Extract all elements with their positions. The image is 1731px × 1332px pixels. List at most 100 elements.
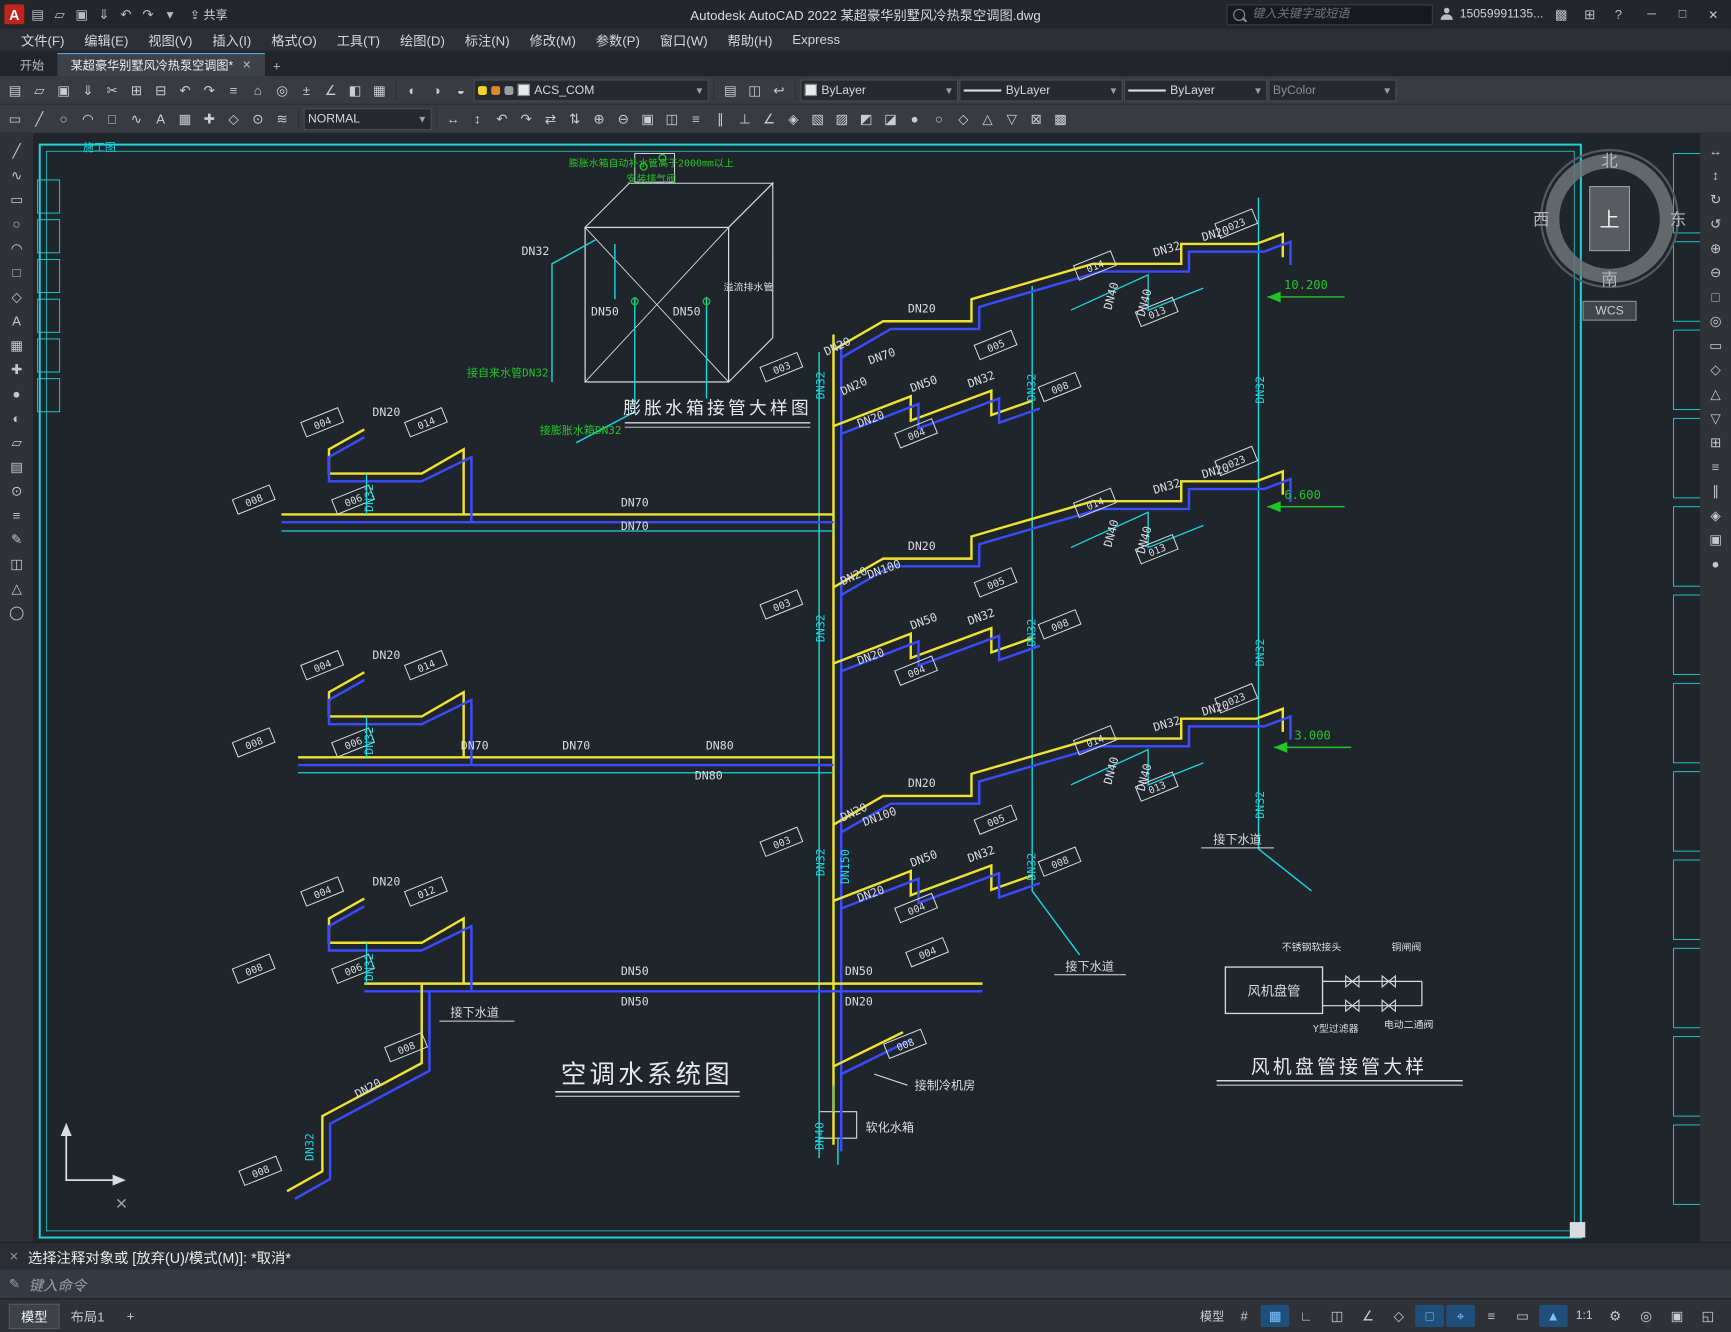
draw-tool-14-icon[interactable]: ⊙: [4, 480, 28, 502]
toolbar2r-7-icon[interactable]: ⊖: [612, 108, 635, 130]
draw-tool-18-icon[interactable]: △: [4, 577, 28, 599]
draw-tool-12-icon[interactable]: ▱: [4, 432, 28, 454]
toolbar1-5-icon[interactable]: ⊞: [125, 79, 148, 101]
layer-properties-icon[interactable]: ▤: [719, 79, 742, 101]
plotstyle-combo[interactable]: ByColor ▼: [1268, 78, 1397, 102]
toolbar2r-23-icon[interactable]: ▽: [1000, 108, 1023, 130]
toolbar2r-0-icon[interactable]: ↔: [442, 108, 465, 130]
menu-item-11[interactable]: 帮助(H): [718, 29, 783, 51]
draw-tool-5-icon[interactable]: □: [4, 262, 28, 284]
help-icon[interactable]: ?: [1607, 3, 1629, 25]
save-icon[interactable]: ▣: [71, 3, 93, 25]
menu-item-4[interactable]: 格式(O): [261, 29, 326, 51]
tab-close-icon[interactable]: ✕: [242, 59, 251, 71]
toolbar2r-20-icon[interactable]: ○: [927, 108, 950, 130]
search-input[interactable]: [1250, 6, 1427, 23]
toolbar2r-3-icon[interactable]: ↷: [514, 108, 537, 130]
customize-icon[interactable]: ✎: [9, 1276, 20, 1291]
draw-tool-0-icon[interactable]: ╱: [4, 140, 28, 162]
toolbar2r-6-icon[interactable]: ⊕: [587, 108, 610, 130]
quick-properties-icon[interactable]: ▣: [1663, 1305, 1692, 1327]
toolbar2r-2-icon[interactable]: ↶: [490, 108, 513, 130]
toolbar2r-21-icon[interactable]: ◇: [952, 108, 975, 130]
toolbar2l-11-icon[interactable]: ≋: [270, 108, 293, 130]
modify-tool-13-icon[interactable]: ≡: [1703, 456, 1727, 478]
menu-item-3[interactable]: 插入(I): [202, 29, 261, 51]
command-input-row[interactable]: ✎ 键入命令: [0, 1269, 1731, 1299]
layer-prev-icon[interactable]: ↩: [767, 79, 790, 101]
toolbar2r-5-icon[interactable]: ⇅: [563, 108, 586, 130]
toolbar1-13-icon[interactable]: ∠: [319, 79, 342, 101]
toolbar2r-8-icon[interactable]: ▣: [636, 108, 659, 130]
modify-tool-5-icon[interactable]: ⊖: [1703, 262, 1727, 284]
modify-tool-6-icon[interactable]: □: [1703, 286, 1727, 308]
menu-item-10[interactable]: 窗口(W): [650, 29, 718, 51]
modify-tool-10-icon[interactable]: △: [1703, 383, 1727, 405]
modify-tool-0-icon[interactable]: ↔: [1703, 140, 1727, 162]
toolbar2l-4-icon[interactable]: □: [100, 108, 123, 130]
toolbar1-8-icon[interactable]: ↷: [198, 79, 221, 101]
menu-item-12[interactable]: Express: [782, 29, 850, 51]
snap-icon[interactable]: ▦: [1260, 1304, 1290, 1327]
toolbar2r-22-icon[interactable]: △: [976, 108, 999, 130]
open-icon[interactable]: ▱: [49, 3, 71, 25]
toolbar2r-24-icon[interactable]: ⊠: [1024, 108, 1047, 130]
minimize-button[interactable]: ─: [1636, 0, 1667, 29]
dynamic-input-icon[interactable]: ⌖: [1446, 1304, 1475, 1327]
toolbar2l-9-icon[interactable]: ◇: [222, 108, 245, 130]
cart-icon[interactable]: ▩: [1550, 3, 1572, 25]
toolbar2r-10-icon[interactable]: ≡: [684, 108, 707, 130]
transparency-icon[interactable]: ▭: [1508, 1305, 1537, 1327]
toolbar1-2-icon[interactable]: ▣: [52, 79, 75, 101]
toolbar2l-2-icon[interactable]: ○: [52, 108, 75, 130]
toolbar2l-5-icon[interactable]: ∿: [125, 108, 148, 130]
toolbar1-11-icon[interactable]: ◎: [270, 79, 293, 101]
toolbar1-15-icon[interactable]: ▦: [368, 79, 391, 101]
toolbar2l-7-icon[interactable]: ▦: [173, 108, 196, 130]
modify-tool-9-icon[interactable]: ◇: [1703, 359, 1727, 381]
toolbar2l-3-icon[interactable]: ◠: [76, 108, 99, 130]
toolbar2r-19-icon[interactable]: ●: [903, 108, 926, 130]
color-combo[interactable]: ByLayer ▼: [800, 78, 959, 102]
grid-icon[interactable]: #: [1230, 1305, 1259, 1327]
search-box[interactable]: [1226, 3, 1434, 25]
layer-state-1-icon[interactable]: ◑: [425, 79, 448, 101]
toolbar2r-4-icon[interactable]: ⇄: [539, 108, 562, 130]
toolbar1-14-icon[interactable]: ◧: [343, 79, 366, 101]
modify-tool-14-icon[interactable]: ∥: [1703, 480, 1727, 502]
toolbar1-6-icon[interactable]: ⊟: [149, 79, 172, 101]
toolbar2r-16-icon[interactable]: ▨: [830, 108, 853, 130]
modify-tool-12-icon[interactable]: ⊞: [1703, 432, 1727, 454]
draw-tool-4-icon[interactable]: ◠: [4, 237, 28, 259]
lineweight-combo[interactable]: ByLayer ▼: [1123, 78, 1268, 102]
modify-tool-16-icon[interactable]: ▣: [1703, 529, 1727, 551]
modify-tool-4-icon[interactable]: ⊕: [1703, 237, 1727, 259]
toolbar2r-25-icon[interactable]: ▩: [1049, 108, 1072, 130]
menu-item-0[interactable]: 文件(F): [11, 29, 74, 51]
toolbar2r-15-icon[interactable]: ▧: [806, 108, 829, 130]
toolbar2l-10-icon[interactable]: ⊙: [246, 108, 269, 130]
autocad-logo-icon[interactable]: A: [4, 4, 25, 25]
annotation-icon[interactable]: ▲: [1538, 1304, 1568, 1327]
menu-item-5[interactable]: 工具(T): [327, 29, 390, 51]
toolbar1-12-icon[interactable]: ±: [295, 79, 318, 101]
toolbar1-3-icon[interactable]: ⇓: [76, 79, 99, 101]
textstyle-combo[interactable]: NORMAL ▼: [303, 107, 432, 130]
toolbar2l-6-icon[interactable]: A: [149, 108, 172, 130]
tab-start[interactable]: 开始: [7, 54, 58, 76]
new-tab-button[interactable]: +: [267, 56, 287, 76]
menu-item-7[interactable]: 标注(N): [455, 29, 520, 51]
clean-screen-icon[interactable]: ◱: [1693, 1305, 1722, 1327]
toolbar1-9-icon[interactable]: ≡: [222, 79, 245, 101]
draw-tool-2-icon[interactable]: ▭: [4, 189, 28, 211]
draw-tool-10-icon[interactable]: ●: [4, 383, 28, 405]
lineweight-icon[interactable]: ≡: [1477, 1305, 1506, 1327]
toolbar2r-17-icon[interactable]: ◩: [854, 108, 877, 130]
layout1-tab[interactable]: 布局1: [60, 1304, 116, 1327]
layer-state-2-icon[interactable]: ◒: [449, 79, 472, 101]
menu-item-6[interactable]: 绘图(D): [390, 29, 455, 51]
add-layout-button[interactable]: +: [116, 1306, 146, 1326]
tab-document[interactable]: 某超豪华别墅风冷热泵空调图* ✕: [57, 52, 265, 77]
modify-tool-3-icon[interactable]: ↺: [1703, 213, 1727, 235]
modify-tool-11-icon[interactable]: ▽: [1703, 407, 1727, 429]
